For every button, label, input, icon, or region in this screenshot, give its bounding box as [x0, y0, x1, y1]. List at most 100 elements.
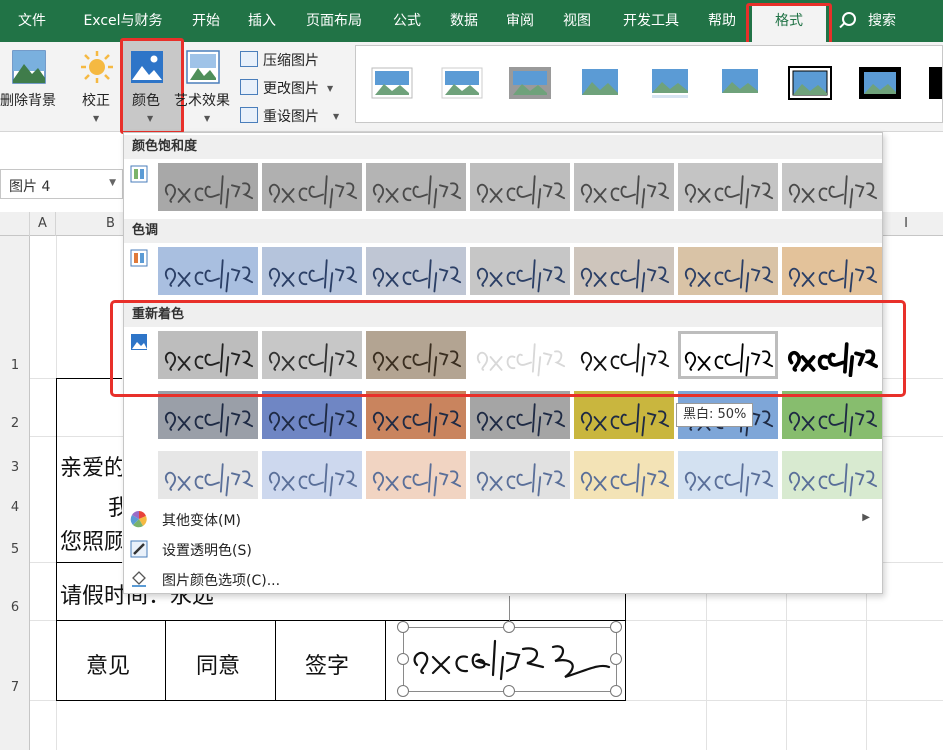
row-header-5[interactable]: 5: [0, 542, 30, 557]
color-variant-recolor-c-2[interactable]: [262, 451, 362, 499]
resize-handle[interactable]: [503, 621, 515, 633]
color-variant-tone-2[interactable]: [262, 247, 362, 295]
artistic-effects-icon[interactable]: [186, 50, 220, 84]
color-variant-tone-6[interactable]: [678, 247, 778, 295]
resize-handle[interactable]: [397, 653, 409, 665]
sun-icon[interactable]: [80, 50, 114, 84]
color-variant-tone-1[interactable]: [158, 247, 258, 295]
color-variant-recolor-c-3[interactable]: [366, 451, 466, 499]
remove-background-label[interactable]: 删除背景: [0, 90, 56, 110]
cell-a5-text[interactable]: 您照顾: [60, 524, 122, 556]
cell-opinion-label[interactable]: 意见: [86, 648, 130, 680]
tab-file[interactable]: 文件: [10, 0, 54, 42]
color-variant-recolor-b-5[interactable]: [574, 391, 674, 439]
resize-handle[interactable]: [610, 621, 622, 633]
picture-style-9[interactable]: [928, 66, 942, 100]
row-header-4[interactable]: 4: [0, 500, 30, 515]
color-variant-recolor-c-7[interactable]: [782, 451, 882, 499]
row-header-3[interactable]: 3: [0, 460, 30, 475]
picture-style-8[interactable]: [858, 66, 902, 100]
tab-review[interactable]: 审阅: [496, 0, 544, 42]
change-picture-icon[interactable]: [240, 79, 258, 95]
remove-background-icon[interactable]: [12, 50, 46, 84]
tab-page-layout[interactable]: 页面布局: [296, 0, 372, 42]
row-header-6[interactable]: 6: [0, 600, 30, 615]
artistic-effects-dropdown-icon[interactable]: ▼: [204, 114, 210, 123]
menu-picture-color-options[interactable]: 图片颜色选项(C)...: [124, 565, 882, 593]
name-box[interactable]: 图片 4 ▼: [0, 169, 123, 199]
color-variant-recolor-c-5[interactable]: [574, 451, 674, 499]
tab-developer[interactable]: 开发工具: [612, 0, 690, 42]
row-header-7[interactable]: 7: [0, 680, 30, 695]
color-variant-tone-4[interactable]: [470, 247, 570, 295]
picture-style-6[interactable]: [718, 66, 762, 100]
color-variant-saturation-7[interactable]: [782, 163, 882, 211]
cell-a3-text[interactable]: 亲爱的: [60, 450, 122, 482]
color-variant-saturation-1[interactable]: [158, 163, 258, 211]
color-variant-saturation-4[interactable]: [470, 163, 570, 211]
color-variant-saturation-6[interactable]: [678, 163, 778, 211]
reset-picture-dropdown-icon[interactable]: ▼: [333, 112, 339, 121]
tab-excel-finance[interactable]: Excel与财务: [72, 0, 174, 42]
menu-set-transparent-color[interactable]: 设置透明色(S): [124, 535, 882, 563]
change-picture-label[interactable]: 更改图片: [263, 78, 319, 98]
resize-handle[interactable]: [397, 621, 409, 633]
table-border: [165, 620, 166, 700]
color-variant-saturation-2[interactable]: [262, 163, 362, 211]
color-variant-tone-7[interactable]: [782, 247, 882, 295]
resize-handle[interactable]: [610, 653, 622, 665]
tab-view[interactable]: 视图: [553, 0, 601, 42]
select-all-corner[interactable]: [0, 212, 30, 236]
resize-handle[interactable]: [397, 685, 409, 697]
name-box-dropdown-icon[interactable]: ▼: [109, 178, 116, 188]
picture-style-1[interactable]: [370, 66, 414, 100]
artistic-effects-label[interactable]: 艺术效果: [174, 90, 230, 110]
reset-picture-label[interactable]: 重设图片: [263, 106, 319, 126]
color-variant-recolor-c-4[interactable]: [470, 451, 570, 499]
color-variant-recolor-b-7[interactable]: [782, 391, 882, 439]
change-picture-dropdown-icon[interactable]: ▼: [327, 84, 333, 93]
color-variant-recolor-c-1[interactable]: [158, 451, 258, 499]
color-variant-saturation-3[interactable]: [366, 163, 466, 211]
signature-picture[interactable]: [403, 627, 617, 691]
tab-help[interactable]: 帮助: [698, 0, 746, 42]
search-label[interactable]: 搜索: [862, 0, 902, 42]
tab-formulas[interactable]: 公式: [384, 0, 430, 42]
menu-more-variations[interactable]: 其他变体(M) ▶: [124, 505, 882, 533]
column-header-a[interactable]: A: [30, 212, 56, 236]
tab-insert[interactable]: 插入: [238, 0, 286, 42]
search-icon[interactable]: [842, 12, 856, 26]
highlight-format-tab: [746, 3, 832, 47]
reset-picture-icon[interactable]: [240, 107, 258, 123]
picture-color-options-label: 图片颜色选项(C)...: [162, 573, 281, 589]
color-variant-recolor-b-3[interactable]: [366, 391, 466, 439]
corrections-label[interactable]: 校正: [82, 90, 110, 110]
tab-home[interactable]: 开始: [182, 0, 230, 42]
row-header-2[interactable]: 2: [0, 416, 30, 431]
cell-a4-text[interactable]: 我: [108, 490, 122, 522]
tone-icon: [130, 249, 148, 267]
color-variant-tone-5[interactable]: [574, 247, 674, 295]
resize-handle[interactable]: [503, 685, 515, 697]
highlight-color-button: [120, 38, 184, 134]
color-variant-recolor-b-2[interactable]: [262, 391, 362, 439]
color-variant-saturation-5[interactable]: [574, 163, 674, 211]
compress-pictures-icon[interactable]: [240, 51, 258, 67]
color-variant-recolor-c-6[interactable]: [678, 451, 778, 499]
cell-agree-label[interactable]: 同意: [196, 648, 240, 680]
color-variant-recolor-b-1[interactable]: [158, 391, 258, 439]
picture-style-5[interactable]: [648, 66, 692, 100]
corrections-dropdown-icon[interactable]: ▼: [93, 114, 99, 123]
tab-data[interactable]: 数据: [440, 0, 488, 42]
picture-style-4[interactable]: [578, 66, 622, 100]
resize-handle[interactable]: [610, 685, 622, 697]
picture-style-7[interactable]: [788, 66, 832, 100]
color-variant-recolor-b-4[interactable]: [470, 391, 570, 439]
picture-style-2[interactable]: [440, 66, 484, 100]
picture-style-3[interactable]: [508, 66, 552, 100]
cell-sign-label[interactable]: 签字: [305, 648, 349, 680]
compress-pictures-label[interactable]: 压缩图片: [263, 50, 319, 70]
color-variant-tone-3[interactable]: [366, 247, 466, 295]
name-box-value: 图片 4: [9, 179, 51, 195]
row-header-1[interactable]: 1: [0, 358, 30, 373]
